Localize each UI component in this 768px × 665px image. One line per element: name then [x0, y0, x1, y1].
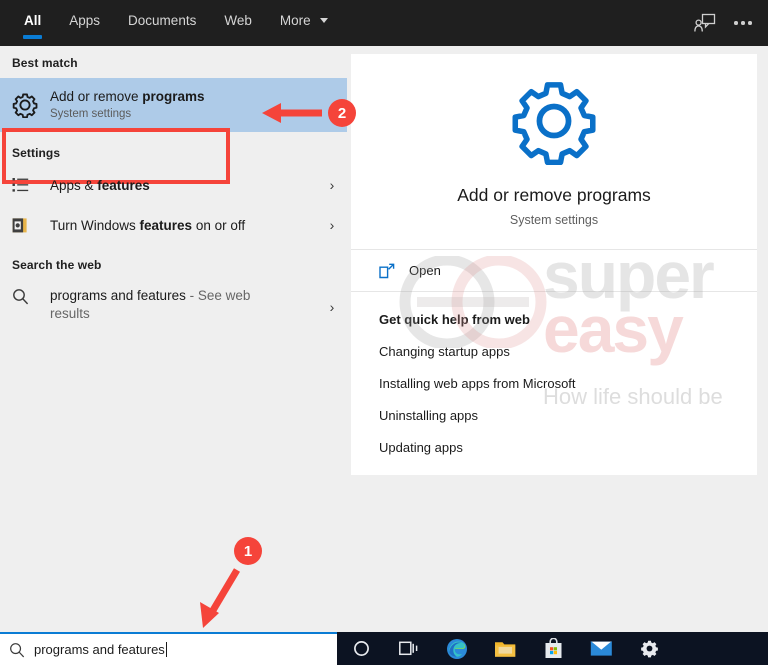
tab-all-label: All	[24, 13, 42, 28]
quick-help-link[interactable]: Updating apps	[379, 440, 757, 455]
chevron-right-icon: ›	[329, 299, 335, 315]
best-match-subtitle: System settings	[50, 108, 132, 120]
file-explorer-button[interactable]	[481, 632, 529, 665]
chevron-right-icon: ›	[329, 177, 335, 193]
more-options-button[interactable]	[726, 8, 760, 38]
envelope-icon	[590, 641, 612, 656]
edge-icon	[447, 638, 467, 659]
task-view-button[interactable]	[385, 632, 433, 665]
taskbar: programs and features	[0, 632, 768, 665]
windows-features-icon-cell	[12, 217, 50, 234]
quick-help-heading: Get quick help from web	[379, 312, 530, 327]
gear-icon	[640, 640, 658, 658]
preview-card: Add or remove programs System settings O…	[351, 54, 757, 475]
best-match-group-label: Best match	[12, 56, 78, 70]
settings-item-turn-windows-features[interactable]: Turn Windows features on or off ›	[0, 208, 347, 242]
tab-more[interactable]: More	[266, 0, 343, 46]
preview-subtitle: System settings	[509, 212, 599, 227]
preview-hero: Add or remove programs System settings	[351, 54, 757, 249]
chevron-right-icon: ›	[329, 217, 335, 233]
best-match-texts: Add or remove programs System settings	[50, 88, 205, 122]
cortana-button[interactable]	[337, 632, 385, 665]
tab-web-label: Web	[224, 13, 252, 28]
tab-apps-label: Apps	[69, 13, 101, 28]
feedback-button[interactable]	[688, 8, 722, 38]
mail-button[interactable]	[577, 632, 625, 665]
settings-button[interactable]	[625, 632, 673, 665]
windows-search-screen: All Apps Documents Web More Best match A…	[0, 0, 768, 665]
settings-item-turn-windows-features-label: Turn Windows features on or off	[50, 217, 246, 233]
taskbar-search[interactable]: programs and features	[0, 632, 337, 665]
quick-help-block: Get quick help from web Changing startup…	[351, 292, 757, 475]
feedback-person-icon	[694, 13, 716, 32]
cortana-circle-icon	[353, 641, 369, 656]
best-match-result[interactable]: Add or remove programs System settings	[0, 78, 347, 132]
folder-icon	[494, 641, 515, 657]
annotation-marker-1: 1	[234, 537, 262, 565]
quick-help-link[interactable]: Changing startup apps	[379, 344, 757, 359]
best-match-title: Add or remove programs	[50, 89, 205, 104]
open-action[interactable]: Open	[351, 250, 757, 291]
open-action-label: Open	[409, 263, 441, 278]
list-settings-icon	[12, 178, 29, 192]
chevron-down-icon	[320, 17, 329, 23]
gear-icon	[512, 81, 596, 165]
taskbar-buttons	[337, 632, 673, 665]
web-group-label: Search the web	[12, 258, 102, 272]
annotation-marker-1-number: 1	[243, 542, 253, 560]
quick-help-link[interactable]: Uninstalling apps	[379, 408, 757, 423]
tab-documents-label: Documents	[128, 13, 197, 28]
results-pane: Best match Add or remove programs System…	[0, 46, 347, 632]
tab-documents[interactable]: Documents	[114, 0, 210, 46]
ellipsis-icon	[734, 21, 752, 25]
annotation-marker-2: 2	[328, 99, 356, 127]
preview-pane: Add or remove programs System settings O…	[347, 46, 768, 632]
annotation-marker-2-number: 2	[337, 104, 347, 122]
settings-item-apps-and-features-label: Apps & features	[50, 177, 150, 193]
apps-features-icon-cell	[12, 177, 50, 193]
tab-apps[interactable]: Apps	[55, 0, 114, 46]
search-icon	[13, 289, 29, 305]
header-actions	[688, 8, 760, 38]
tab-active-underline	[23, 35, 43, 39]
edge-button[interactable]	[433, 632, 481, 665]
web-result-label: programs and features - See web results	[50, 288, 251, 321]
settings-item-apps-and-features[interactable]: Apps & features ›	[0, 168, 347, 202]
web-result-item[interactable]: programs and features - See web results …	[0, 280, 347, 328]
tab-all[interactable]: All	[10, 0, 55, 46]
search-input-value: programs and features	[34, 642, 165, 657]
web-search-icon-cell	[12, 287, 50, 305]
search-input[interactable]: programs and features	[34, 642, 167, 657]
store-bag-icon	[545, 638, 561, 658]
search-icon-cell	[0, 642, 34, 658]
quick-help-link[interactable]: Installing web apps from Microsoft	[379, 376, 757, 391]
tab-web[interactable]: Web	[210, 0, 266, 46]
tab-bar: All Apps Documents Web More	[10, 0, 342, 46]
open-external-icon	[379, 263, 395, 278]
task-view-icon	[399, 641, 418, 656]
text-cursor	[165, 642, 167, 657]
settings-group-label: Settings	[12, 146, 61, 160]
best-match-icon-cell	[0, 92, 50, 118]
gear-icon	[12, 93, 38, 118]
windows-features-icon	[12, 217, 27, 232]
search-panel: All Apps Documents Web More Best match A…	[0, 0, 768, 632]
search-icon	[10, 642, 25, 657]
tab-more-label: More	[279, 13, 311, 28]
preview-title: Add or remove programs	[457, 184, 651, 205]
search-header: All Apps Documents Web More	[0, 0, 768, 46]
microsoft-store-button[interactable]	[529, 632, 577, 665]
